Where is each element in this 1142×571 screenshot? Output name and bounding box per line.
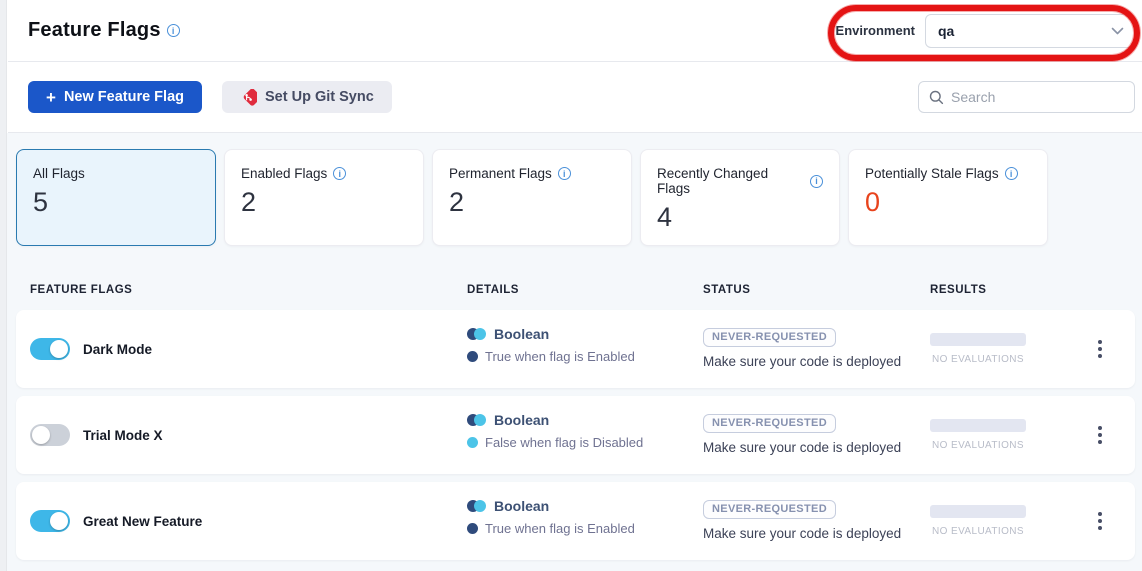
details-cell: Boolean True when flag is Enabled [467, 326, 635, 364]
flag-type-label: Boolean [494, 498, 549, 514]
status-badge: NEVER-REQUESTED [703, 500, 836, 519]
stat-value: 2 [449, 189, 615, 216]
flag-name[interactable]: Great New Feature [83, 482, 202, 560]
evaluations-note: NO EVALUATIONS [930, 354, 1026, 365]
chevron-down-icon [1111, 27, 1124, 35]
toggle-knob [50, 512, 68, 530]
status-cell: NEVER-REQUESTED Make sure your code is d… [703, 413, 901, 455]
info-icon[interactable]: i [333, 167, 346, 180]
info-icon[interactable]: i [558, 167, 571, 180]
row-menu-button[interactable] [1088, 420, 1112, 450]
stat-card-enabled-flags[interactable]: Enabled Flagsi 2 [224, 149, 424, 246]
stat-value: 5 [33, 189, 199, 216]
search-input[interactable] [951, 89, 1124, 105]
stat-card-all-flags[interactable]: All Flags 5 [16, 149, 216, 246]
toggle-knob [32, 426, 50, 444]
page-title: Feature Flags [28, 19, 161, 42]
flag-type-label: Boolean [494, 412, 549, 428]
results-cell: NO EVALUATIONS [930, 419, 1026, 451]
info-icon[interactable]: i [810, 175, 823, 188]
boolean-type-icon [467, 500, 486, 512]
behavior-dot-icon [467, 437, 478, 448]
environment-selected-value: qa [938, 23, 1111, 39]
stat-label: Enabled Flagsi [241, 166, 407, 181]
column-header-feature-flags: FEATURE FLAGS [30, 284, 132, 296]
environment-label: Environment [836, 23, 915, 38]
results-cell: NO EVALUATIONS [930, 333, 1026, 365]
stat-value: 0 [865, 189, 1031, 216]
flag-type-label: Boolean [494, 326, 549, 342]
column-header-details: DETAILS [467, 284, 519, 296]
table-header: FEATURE FLAGS DETAILS STATUS RESULTS [16, 270, 1135, 310]
new-feature-flag-button[interactable]: + New Feature Flag [28, 81, 202, 113]
content-area: All Flags 5 Enabled Flagsi 2 Permanent F… [7, 133, 1142, 571]
boolean-type-icon [467, 414, 486, 426]
table-row: Dark Mode Boolean True when flag is Enab… [16, 310, 1135, 388]
evaluations-bar [930, 333, 1026, 346]
stat-card-potentially-stale-flags[interactable]: Potentially Stale Flagsi 0 [848, 149, 1048, 246]
search-icon [929, 90, 944, 105]
status-badge: NEVER-REQUESTED [703, 328, 836, 347]
row-menu-button[interactable] [1088, 334, 1112, 364]
stat-card-recently-changed-flags[interactable]: Recently Changed Flagsi 4 [640, 149, 840, 246]
stat-label: All Flags [33, 166, 199, 181]
status-cell: NEVER-REQUESTED Make sure your code is d… [703, 499, 901, 541]
git-icon [240, 89, 257, 106]
behavior-text: True when flag is Enabled [485, 349, 635, 364]
row-menu-button[interactable] [1088, 506, 1112, 536]
left-edge-strip [0, 0, 7, 571]
environment-select[interactable]: qa [925, 14, 1135, 48]
column-header-results: RESULTS [930, 284, 986, 296]
table-row: Great New Feature Boolean True when flag… [16, 482, 1135, 560]
status-note: Make sure your code is deployed [703, 526, 901, 541]
evaluations-note: NO EVALUATIONS [930, 440, 1026, 451]
toolbar: + New Feature Flag Set Up Git Sync [8, 62, 1142, 133]
behavior-text: True when flag is Enabled [485, 521, 635, 536]
status-badge: NEVER-REQUESTED [703, 414, 836, 433]
git-sync-label: Set Up Git Sync [265, 89, 374, 105]
boolean-type-icon [467, 328, 486, 340]
stat-label: Permanent Flagsi [449, 166, 615, 181]
behavior-text: False when flag is Disabled [485, 435, 643, 450]
stat-card-permanent-flags[interactable]: Permanent Flagsi 2 [432, 149, 632, 246]
evaluations-note: NO EVALUATIONS [930, 526, 1026, 537]
evaluations-bar [930, 505, 1026, 518]
plus-icon: + [46, 89, 56, 106]
flag-toggle[interactable] [30, 424, 70, 446]
info-icon[interactable]: i [1005, 167, 1018, 180]
info-icon[interactable]: i [167, 24, 180, 37]
stat-value: 4 [657, 204, 823, 231]
flag-name[interactable]: Trial Mode X [83, 396, 163, 474]
stat-label: Recently Changed Flagsi [657, 166, 823, 196]
results-cell: NO EVALUATIONS [930, 505, 1026, 537]
environment-group: Environment qa [836, 14, 1135, 48]
toggle-knob [50, 340, 68, 358]
new-feature-flag-label: New Feature Flag [64, 89, 184, 105]
details-cell: Boolean True when flag is Enabled [467, 498, 635, 536]
column-header-status: STATUS [703, 284, 750, 296]
status-note: Make sure your code is deployed [703, 354, 901, 369]
table-row: Trial Mode X Boolean False when flag is … [16, 396, 1135, 474]
behavior-dot-icon [467, 523, 478, 534]
flag-toggle[interactable] [30, 510, 70, 532]
status-note: Make sure your code is deployed [703, 440, 901, 455]
evaluations-bar [930, 419, 1026, 432]
page-header: Feature Flags i Environment qa [8, 0, 1142, 62]
set-up-git-sync-button[interactable]: Set Up Git Sync [222, 81, 392, 113]
behavior-dot-icon [467, 351, 478, 362]
stat-label: Potentially Stale Flagsi [865, 166, 1031, 181]
status-cell: NEVER-REQUESTED Make sure your code is d… [703, 327, 901, 369]
flag-name[interactable]: Dark Mode [83, 310, 152, 388]
stat-value: 2 [241, 189, 407, 216]
flag-toggle[interactable] [30, 338, 70, 360]
search-box [918, 81, 1135, 113]
details-cell: Boolean False when flag is Disabled [467, 412, 643, 450]
stats-row: All Flags 5 Enabled Flagsi 2 Permanent F… [16, 149, 1135, 246]
